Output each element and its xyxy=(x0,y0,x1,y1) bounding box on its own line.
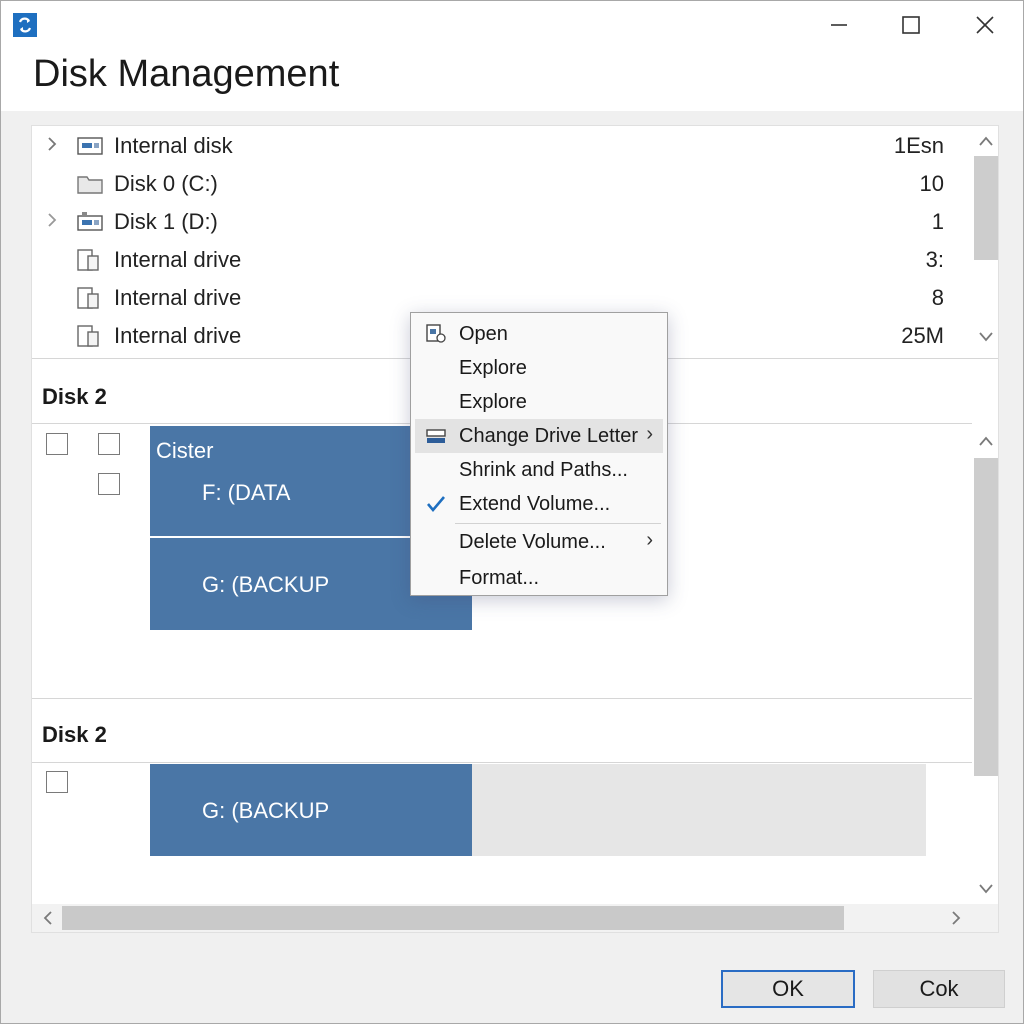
menu-item-explore[interactable]: Explore xyxy=(415,351,663,385)
chevron-up-icon[interactable] xyxy=(974,434,998,452)
menu-item-extend-volume[interactable]: Extend Volume... xyxy=(415,487,663,521)
ok-button[interactable]: OK xyxy=(721,970,855,1008)
menu-item-label: Shrink and Paths... xyxy=(459,459,628,481)
menu-separator xyxy=(455,523,661,524)
checkbox[interactable] xyxy=(46,771,68,793)
volume-header: Cister xyxy=(156,438,214,463)
chevron-right-icon[interactable] xyxy=(944,910,968,931)
disk-management-window: Disk Management Internal disk 1Esn Disk … xyxy=(0,0,1024,1024)
divider xyxy=(32,698,972,699)
chevron-down-icon[interactable] xyxy=(974,882,998,900)
menu-item-change-drive-letter[interactable]: Change Drive Letter › xyxy=(415,419,663,453)
horizontal-scrollbar-thumb[interactable] xyxy=(62,906,844,930)
context-menu: Open Explore Explore Change Drive Letter… xyxy=(410,312,668,596)
document-drive-icon xyxy=(76,324,104,348)
tree-row-label: Disk 1 (D:) xyxy=(114,209,218,234)
maximize-button[interactable] xyxy=(891,7,931,43)
close-button[interactable] xyxy=(965,7,1005,43)
tree-row-internal-disk[interactable]: Internal disk 1Esn xyxy=(32,128,972,164)
submenu-arrow-icon: › xyxy=(646,423,653,445)
document-drive-icon xyxy=(76,248,104,272)
menu-item-format[interactable]: Format... xyxy=(415,561,663,595)
tree-row-size: 1Esn xyxy=(893,133,944,158)
chevron-left-icon[interactable] xyxy=(36,910,60,931)
tree-row-size: 8 xyxy=(931,285,944,310)
menu-item-label: Explore xyxy=(459,391,527,413)
menu-item-label: Explore xyxy=(459,357,527,379)
tree-row-internal-drive[interactable]: Internal drive 8 xyxy=(32,280,972,316)
disk-title: Disk 2 xyxy=(42,384,107,409)
checkbox[interactable] xyxy=(98,473,120,495)
divider xyxy=(32,762,972,763)
volume-label: G: (BACKUP xyxy=(202,572,330,597)
menu-item-explore[interactable]: Explore xyxy=(415,385,663,419)
cancel-button[interactable]: Cok xyxy=(873,970,1005,1008)
drive-icon xyxy=(76,210,104,234)
tree-row-size: 3: xyxy=(925,247,944,272)
tree-row-label: Internal drive xyxy=(114,247,242,272)
checkbox[interactable] xyxy=(98,433,120,455)
checkbox[interactable] xyxy=(46,433,68,455)
tree-row-disk-0[interactable]: Disk 0 (C:) 10 xyxy=(32,166,972,202)
volume-backup[interactable]: G: (BACKUP xyxy=(150,764,472,856)
folder-icon xyxy=(76,172,104,196)
menu-item-label: Delete Volume... xyxy=(459,531,606,553)
menu-item-label: Change Drive Letter xyxy=(459,425,638,447)
volume-label: F: (DATA xyxy=(202,480,291,505)
chevron-up-icon[interactable] xyxy=(974,134,998,152)
menu-item-label: Open xyxy=(459,323,508,345)
disk-scrollbar-thumb[interactable] xyxy=(974,458,998,776)
chevron-down-icon[interactable] xyxy=(974,330,998,348)
tree-row-disk-1[interactable]: Disk 1 (D:) 1 xyxy=(32,204,972,240)
disk-management-icon xyxy=(13,13,37,37)
checkmark-icon xyxy=(425,494,447,514)
menu-item-delete-volume[interactable]: Delete Volume... › xyxy=(415,525,663,559)
tree-row-size: 1 xyxy=(931,209,944,234)
window-title: Disk Management xyxy=(33,53,340,95)
tree-row-internal-drive[interactable]: Internal drive 3: xyxy=(32,242,972,278)
tree-row-size: 10 xyxy=(919,171,944,196)
menu-item-shrink[interactable]: Shrink and Paths... xyxy=(415,453,663,487)
unallocated-space[interactable] xyxy=(472,764,926,856)
tree-row-label: Internal drive xyxy=(114,285,242,310)
minimize-button[interactable] xyxy=(819,7,859,43)
chevron-right-icon[interactable] xyxy=(46,136,60,157)
title-bar: Disk Management xyxy=(1,1,1023,111)
tree-scrollbar-thumb[interactable] xyxy=(974,156,998,260)
tree-row-label: Internal disk xyxy=(114,133,233,158)
disk-title: Disk 2 xyxy=(42,722,107,747)
menu-item-label: Extend Volume... xyxy=(459,493,611,515)
document-drive-icon xyxy=(76,286,104,310)
drive-letter-icon xyxy=(425,426,447,446)
chevron-right-icon[interactable] xyxy=(46,212,60,233)
tree-row-size: 25M xyxy=(901,323,944,348)
submenu-arrow-icon: › xyxy=(646,529,653,551)
tree-row-label: Internal drive xyxy=(114,323,242,348)
open-icon xyxy=(425,324,447,344)
disk-icon xyxy=(76,134,104,158)
volume-label: G: (BACKUP xyxy=(202,798,330,823)
tree-row-label: Disk 0 (C:) xyxy=(114,171,218,196)
menu-item-open[interactable]: Open xyxy=(415,317,663,351)
menu-item-label: Format... xyxy=(459,567,540,589)
